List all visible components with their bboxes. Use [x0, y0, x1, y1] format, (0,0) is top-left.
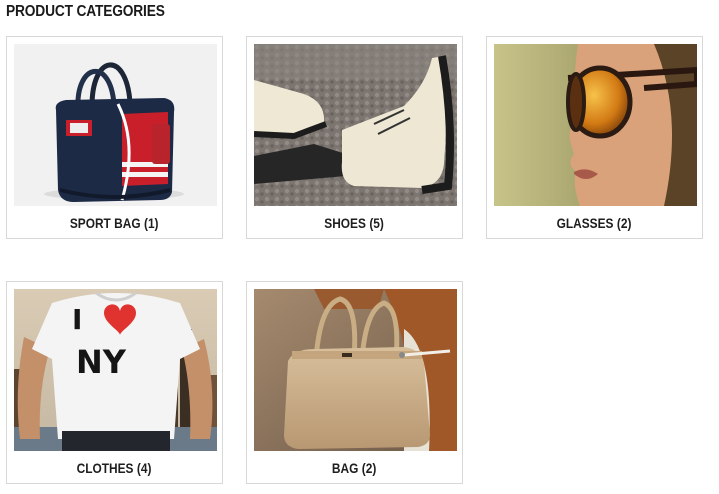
category-label-bag[interactable]: BAG (2)	[247, 460, 462, 476]
category-card-clothes[interactable]: I NY CLOTHES (4)	[6, 281, 223, 484]
category-card-sport-bag[interactable]: SPORT BAG (1)	[6, 36, 223, 239]
category-label-glasses[interactable]: GLASSES (2)	[487, 215, 702, 231]
sport-bag-image[interactable]	[14, 44, 217, 206]
product-categories-title: PRODUCT CATEGORIES	[6, 3, 165, 20]
clothes-image[interactable]: I NY	[14, 289, 217, 451]
category-label-clothes[interactable]: CLOTHES (4)	[7, 460, 222, 476]
category-card-shoes[interactable]: SHOES (5)	[246, 36, 463, 239]
category-card-glasses[interactable]: GLASSES (2)	[486, 36, 703, 239]
tshirt-ny-text: NY	[76, 343, 127, 381]
tshirt-i-text: I	[72, 303, 82, 336]
handbag-image[interactable]	[254, 289, 457, 451]
category-label-sport-bag[interactable]: SPORT BAG (1)	[7, 215, 222, 231]
shoes-image[interactable]	[254, 44, 457, 206]
category-label-shoes[interactable]: SHOES (5)	[247, 215, 462, 231]
category-card-bag[interactable]: BAG (2)	[246, 281, 463, 484]
sunglasses-image[interactable]	[494, 44, 697, 206]
